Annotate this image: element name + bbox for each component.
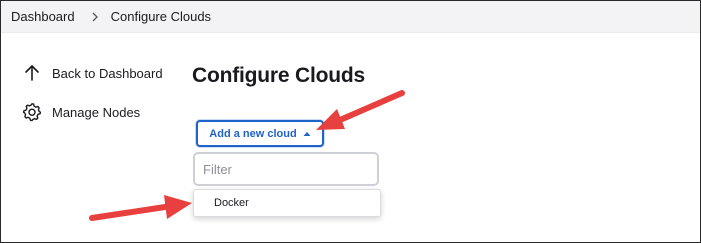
gear-icon	[22, 102, 42, 122]
sidebar: Back to Dashboard Manage Nodes	[22, 62, 163, 140]
add-new-cloud-button[interactable]: Add a new cloud	[196, 120, 324, 147]
filter-input[interactable]	[193, 152, 379, 186]
breadcrumb-current-page[interactable]: Configure Clouds	[111, 9, 211, 24]
breadcrumb-dashboard-link[interactable]: Dashboard	[11, 9, 75, 24]
sidebar-item-manage-nodes[interactable]: Manage Nodes	[22, 101, 163, 123]
breadcrumb: Dashboard Configure Clouds	[1, 1, 700, 33]
sidebar-item-label: Manage Nodes	[52, 104, 141, 120]
dropdown-item-docker[interactable]: Docker	[194, 190, 380, 216]
caret-up-icon	[303, 131, 311, 137]
arrow-up-icon	[22, 63, 42, 83]
add-new-cloud-label: Add a new cloud	[209, 127, 297, 140]
cloud-type-dropdown: Docker	[193, 189, 381, 217]
chevron-right-icon	[91, 12, 99, 22]
page-title: Configure Clouds	[192, 64, 365, 87]
sidebar-item-label: Back to Dashboard	[52, 65, 163, 81]
sidebar-item-back-to-dashboard[interactable]: Back to Dashboard	[22, 62, 163, 84]
